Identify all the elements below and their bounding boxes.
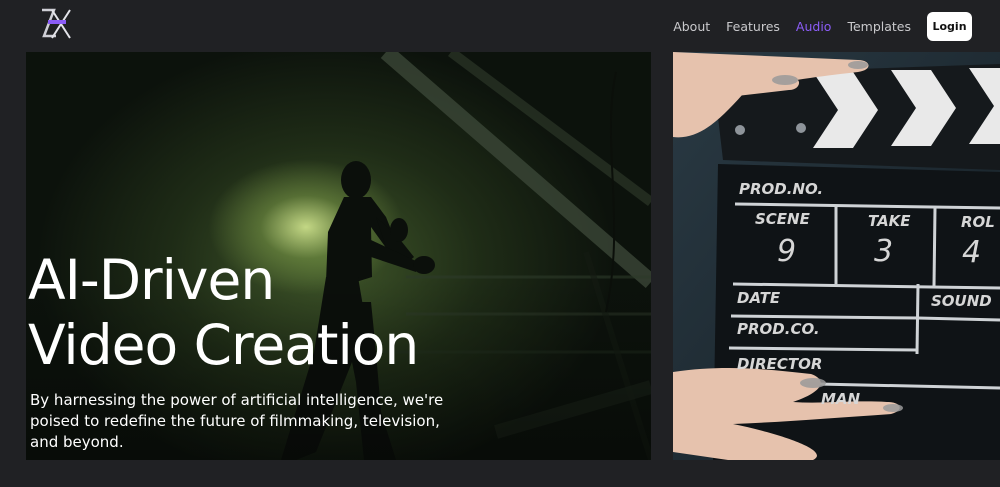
clapboard-card: PROD.NO. SCENE TAKE ROL 9 3 4 DATE SOUND… <box>673 52 1000 460</box>
hero-title-line-2: Video Creation <box>28 313 419 377</box>
clap-roll-value: 4 <box>962 235 982 270</box>
top-nav: About Features Audio Templates Login <box>657 11 972 41</box>
clap-prod-no: PROD.NO. <box>739 180 824 198</box>
hero-description: By harnessing the power of artificial in… <box>30 391 444 451</box>
clap-take-label: TAKE <box>868 212 911 230</box>
hero-title: AI-Driven Video Creation <box>28 248 419 378</box>
clap-scene-label: SCENE <box>755 210 810 228</box>
landing-page: About Features Audio Templates Login AI-… <box>0 0 1000 487</box>
clap-director: DIRECTOR <box>737 355 823 373</box>
nav-link-about[interactable]: About <box>673 19 710 34</box>
clap-cameraman: MAN <box>821 390 861 408</box>
clap-prod-co: PROD.CO. <box>737 320 820 338</box>
clap-date-label: DATE <box>737 289 781 307</box>
hero-card: AI-Driven Video Creation By harnessing t… <box>26 52 651 460</box>
zx-logo-icon[interactable] <box>36 6 76 42</box>
clap-roll-label: ROL <box>961 213 995 231</box>
login-button[interactable]: Login <box>927 11 972 41</box>
clap-sound-label: SOUND <box>931 292 992 310</box>
nav-link-templates[interactable]: Templates <box>847 19 911 34</box>
nav-link-features[interactable]: Features <box>726 19 780 34</box>
nav-link-audio[interactable]: Audio <box>796 19 832 34</box>
clap-scene-value: 9 <box>777 234 797 269</box>
hero-title-line-1: AI-Driven <box>28 248 275 312</box>
clap-take-value: 3 <box>874 234 894 269</box>
